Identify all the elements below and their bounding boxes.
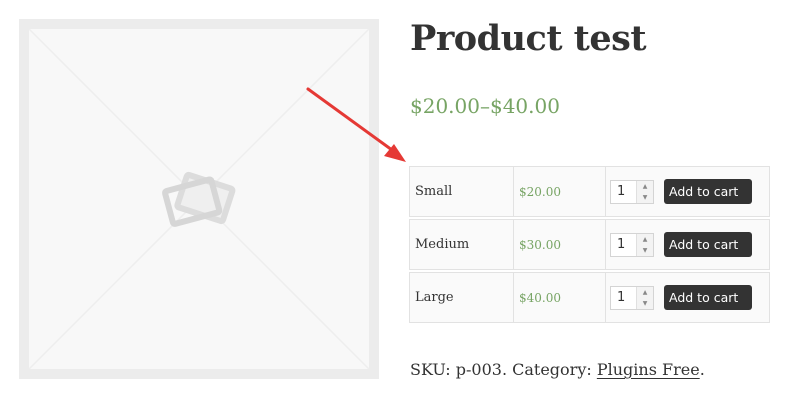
variation-actions: ▲▼ Add to cart (606, 272, 770, 323)
variation-price: $20.00 (514, 166, 606, 217)
variation-row-small: Small $20.00 ▲▼ Add to cart (409, 166, 770, 217)
add-to-cart-button[interactable]: Add to cart (664, 179, 753, 204)
add-to-cart-button[interactable]: Add to cart (664, 232, 753, 257)
price-range: $20.00–$40.00 (410, 94, 560, 118)
add-to-cart-button[interactable]: Add to cart (664, 285, 753, 310)
sku-label: SKU: (410, 360, 451, 379)
spin-arrows-icon[interactable]: ▲ ▼ (636, 180, 653, 203)
image-placeholder-icon (162, 171, 236, 227)
product-image[interactable] (19, 19, 379, 379)
quantity-stepper[interactable]: ▲▼ (610, 285, 654, 310)
annotation-arrow-icon (306, 87, 406, 162)
spin-arrows-icon[interactable]: ▲ ▼ (636, 233, 653, 256)
variations-table: Small $20.00 ▲▼ Add to cart Medium $30.0… (409, 164, 770, 325)
spin-arrows-icon[interactable]: ▲ ▼ (636, 286, 653, 309)
category-label: Category: (512, 360, 592, 379)
quantity-input[interactable] (611, 286, 639, 309)
variation-actions: ▲▼ Add to cart (606, 219, 770, 270)
quantity-input[interactable] (611, 180, 639, 203)
variation-name: Small (409, 166, 514, 217)
quantity-stepper[interactable]: ▲▼ (610, 232, 654, 257)
variation-price: $30.00 (514, 219, 606, 270)
product-title: Product test (410, 18, 647, 59)
quantity-input[interactable] (611, 233, 639, 256)
quantity-stepper[interactable]: ▲▼ (610, 179, 654, 204)
variation-actions: ▲▼ Add to cart (606, 166, 770, 217)
variation-price: $40.00 (514, 272, 606, 323)
variation-row-medium: Medium $30.00 ▲▼ Add to cart (409, 219, 770, 270)
variation-name: Large (409, 272, 514, 323)
variation-row-large: Large $40.00 ▲▼ Add to cart (409, 272, 770, 323)
sku-value: p-003 (455, 360, 502, 379)
product-meta: SKU: p-003. Category: Plugins Free. (410, 360, 705, 379)
variation-name: Medium (409, 219, 514, 270)
category-link[interactable]: Plugins Free (597, 360, 700, 379)
